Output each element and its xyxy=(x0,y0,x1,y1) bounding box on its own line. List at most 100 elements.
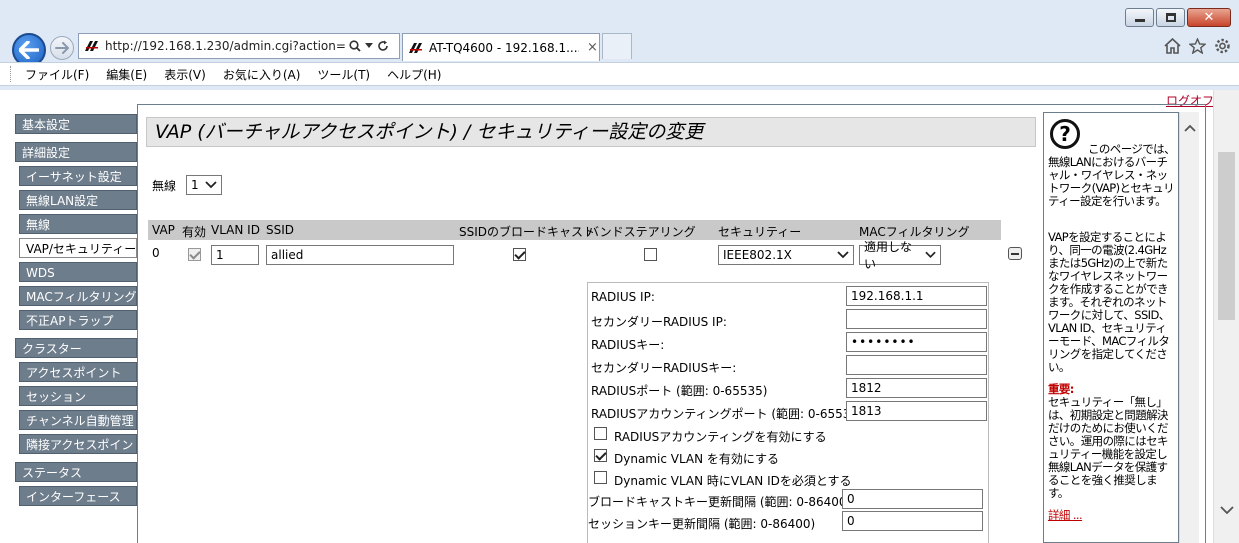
chevron-down-icon xyxy=(205,181,217,189)
ssid-input[interactable]: allied xyxy=(266,245,454,265)
radius-settings-panel: RADIUS IP: 192.168.1.1 セカンダリーRADIUS IP: … xyxy=(587,282,989,543)
mac-filter-select[interactable]: 適用しない xyxy=(859,240,941,271)
radio-selector: 無線 1 xyxy=(152,175,222,195)
vap-enabled-checkbox[interactable] xyxy=(188,248,201,261)
radius-acct-port-label: RADIUSアカウンティングポート (範囲: 0-65535) xyxy=(591,407,863,421)
radio-select-value: 1 xyxy=(191,178,199,192)
sidebar-item-mac-filter[interactable]: MACフィルタリング xyxy=(19,286,137,306)
minimize-button[interactable] xyxy=(1125,8,1154,27)
sidebar-item-access-points[interactable]: アクセスポイント xyxy=(19,362,137,382)
browser-chrome: ✕ http://192.168.1.230/admin.cgi?action=… xyxy=(0,0,1239,90)
col-vap: VAP xyxy=(152,223,175,237)
secondary-radius-ip-label: セカンダリーRADIUS IP: xyxy=(591,315,727,329)
help-more-link[interactable]: 詳細 ... xyxy=(1048,509,1176,522)
broadcast-key-interval-label: ブロードキャストキー更新間隔 (範囲: 0-86400) xyxy=(588,495,852,509)
browser-toolbar-icons xyxy=(1164,38,1231,54)
address-url[interactable]: http://192.168.1.230/admin.cgi?action=v xyxy=(105,39,345,53)
allied-logo-icon xyxy=(409,42,422,53)
address-bar[interactable]: http://192.168.1.230/admin.cgi?action=v xyxy=(78,33,400,59)
chevron-down-icon[interactable] xyxy=(1220,506,1234,514)
radius-acct-enable-label: RADIUSアカウンティングを有効にする xyxy=(614,430,827,444)
ssid-broadcast-checkbox[interactable] xyxy=(513,248,526,261)
session-key-interval-input[interactable]: 0 xyxy=(842,511,983,531)
security-select[interactable]: IEEE802.1X xyxy=(718,245,854,265)
refresh-icon[interactable] xyxy=(377,40,389,52)
help-scrollbar[interactable] xyxy=(1179,112,1199,543)
arrow-right-icon xyxy=(55,42,69,54)
maximize-button[interactable] xyxy=(1156,8,1185,27)
band-steering-checkbox[interactable] xyxy=(644,248,657,261)
security-select-value: IEEE802.1X xyxy=(723,248,792,262)
new-tab-button[interactable] xyxy=(602,33,632,59)
sidebar-item-advanced[interactable]: 詳細設定 xyxy=(15,142,137,162)
search-icon[interactable] xyxy=(349,40,361,52)
arrow-left-icon xyxy=(19,41,39,59)
secondary-radius-ip-input[interactable] xyxy=(846,309,987,329)
tab-title: AT-TQ4600 - 192.168.1.... xyxy=(429,40,579,55)
sidebar-item-wlan[interactable]: 無線LAN設定 xyxy=(19,190,137,210)
radius-port-input[interactable]: 1812 xyxy=(846,378,987,398)
menu-bar: ファイル(F) 編集(E) 表示(V) お気に入り(A) ツール(T) ヘルプ(… xyxy=(0,62,1239,86)
radio-label: 無線 xyxy=(152,178,177,193)
home-icon[interactable] xyxy=(1164,38,1181,54)
mac-filter-select-value: 適用しない xyxy=(864,240,913,271)
sidebar-item-ethernet[interactable]: イーサネット設定 xyxy=(19,166,137,186)
vlan-id-input[interactable]: 1 xyxy=(211,245,259,265)
col-vlan-id: VLAN ID xyxy=(211,223,260,237)
menu-edit[interactable]: 編集(E) xyxy=(106,66,147,83)
sidebar-item-radio[interactable]: 無線 xyxy=(19,214,137,234)
page-content: ログオフ 基本設定 詳細設定 イーサネット設定 無線LAN設定 無線 VAP/セ… xyxy=(0,90,1239,543)
sidebar-item-rogue-ap[interactable]: 不正APトラップ xyxy=(19,310,137,330)
menu-view[interactable]: 表示(V) xyxy=(164,66,206,83)
secondary-radius-key-label: セカンダリーRADIUSキー: xyxy=(591,361,737,375)
sidebar-item-basic[interactable]: 基本設定 xyxy=(15,114,137,134)
radius-port-label: RADIUSポート (範囲: 0-65535) xyxy=(591,384,768,398)
dynamic-vlan-checkbox[interactable] xyxy=(594,449,607,462)
browser-tab[interactable]: AT-TQ4600 - 192.168.1.... × xyxy=(402,33,600,61)
forward-button[interactable] xyxy=(50,36,74,60)
menu-file[interactable]: ファイル(F) xyxy=(25,66,89,83)
menu-favorites[interactable]: お気に入り(A) xyxy=(223,66,301,83)
sidebar-item-sessions[interactable]: セッション xyxy=(19,386,137,406)
help-vap-description: VAPを設定することにより、同一の電波(2.4GHzまたは5GHz)の上で新たな… xyxy=(1048,230,1170,374)
col-enabled: 有効 xyxy=(182,225,207,239)
sidebar-item-channel-mgmt[interactable]: チャンネル自動管理 xyxy=(19,410,137,430)
dynamic-vlan-required-checkbox[interactable] xyxy=(594,471,607,484)
tab-close-icon[interactable]: × xyxy=(587,40,598,55)
dynamic-vlan-required-label: Dynamic VLAN 時にVLAN IDを必須とする xyxy=(614,474,852,488)
menu-grip xyxy=(10,66,13,82)
close-icon: ✕ xyxy=(1203,10,1215,25)
radius-ip-input[interactable]: 192.168.1.1 xyxy=(846,286,987,306)
page-scrollbar[interactable] xyxy=(1213,90,1239,543)
chevron-up-icon[interactable] xyxy=(1184,124,1196,132)
secondary-radius-key-input[interactable] xyxy=(846,355,987,375)
col-band-steering: バンドステアリング xyxy=(587,225,696,239)
menu-help[interactable]: ヘルプ(H) xyxy=(387,66,441,83)
sidebar-item-neighbor-ap[interactable]: 隣接アクセスポイント xyxy=(19,434,137,454)
radius-key-input[interactable]: •••••••• xyxy=(846,332,987,352)
radius-acct-port-input[interactable]: 1813 xyxy=(846,401,987,421)
window-controls: ✕ xyxy=(1125,8,1231,27)
sidebar-item-wds[interactable]: WDS xyxy=(19,262,137,282)
chevron-down-icon xyxy=(925,251,936,259)
radius-acct-enable-checkbox[interactable] xyxy=(594,427,607,440)
close-window-button[interactable]: ✕ xyxy=(1187,8,1231,27)
collapse-icon[interactable] xyxy=(1008,247,1022,260)
help-intro: このページでは、無線LANにおけるバーチャル・ワイヤレス・ネットワーク(VAP)… xyxy=(1048,142,1176,208)
sidebar-item-cluster[interactable]: クラスター xyxy=(15,338,137,358)
col-security: セキュリティー xyxy=(718,225,802,239)
vap-index: 0 xyxy=(152,246,160,260)
help-security-warning: セキュリティー「無し」は、初期設定と問題解決だけのためにお使いください。運用の際… xyxy=(1048,395,1169,500)
sidebar-item-interfaces[interactable]: インターフェース xyxy=(19,486,137,506)
sidebar-item-vap-security[interactable]: VAP/セキュリティー xyxy=(19,238,137,258)
broadcast-key-interval-input[interactable]: 0 xyxy=(842,489,983,509)
menu-tools[interactable]: ツール(T) xyxy=(317,66,370,83)
scrollbar-thumb[interactable] xyxy=(1218,152,1235,320)
dropdown-icon[interactable] xyxy=(365,43,373,49)
gear-icon[interactable] xyxy=(1214,38,1231,54)
vap-table-header: VAP 有効 VLAN ID SSID SSIDのブロードキャスト バンドステア… xyxy=(148,220,1001,240)
favorites-star-icon[interactable] xyxy=(1189,38,1206,54)
sidebar-item-status[interactable]: ステータス xyxy=(15,462,137,482)
radio-select[interactable]: 1 xyxy=(186,175,222,195)
radius-key-label: RADIUSキー: xyxy=(591,338,665,352)
